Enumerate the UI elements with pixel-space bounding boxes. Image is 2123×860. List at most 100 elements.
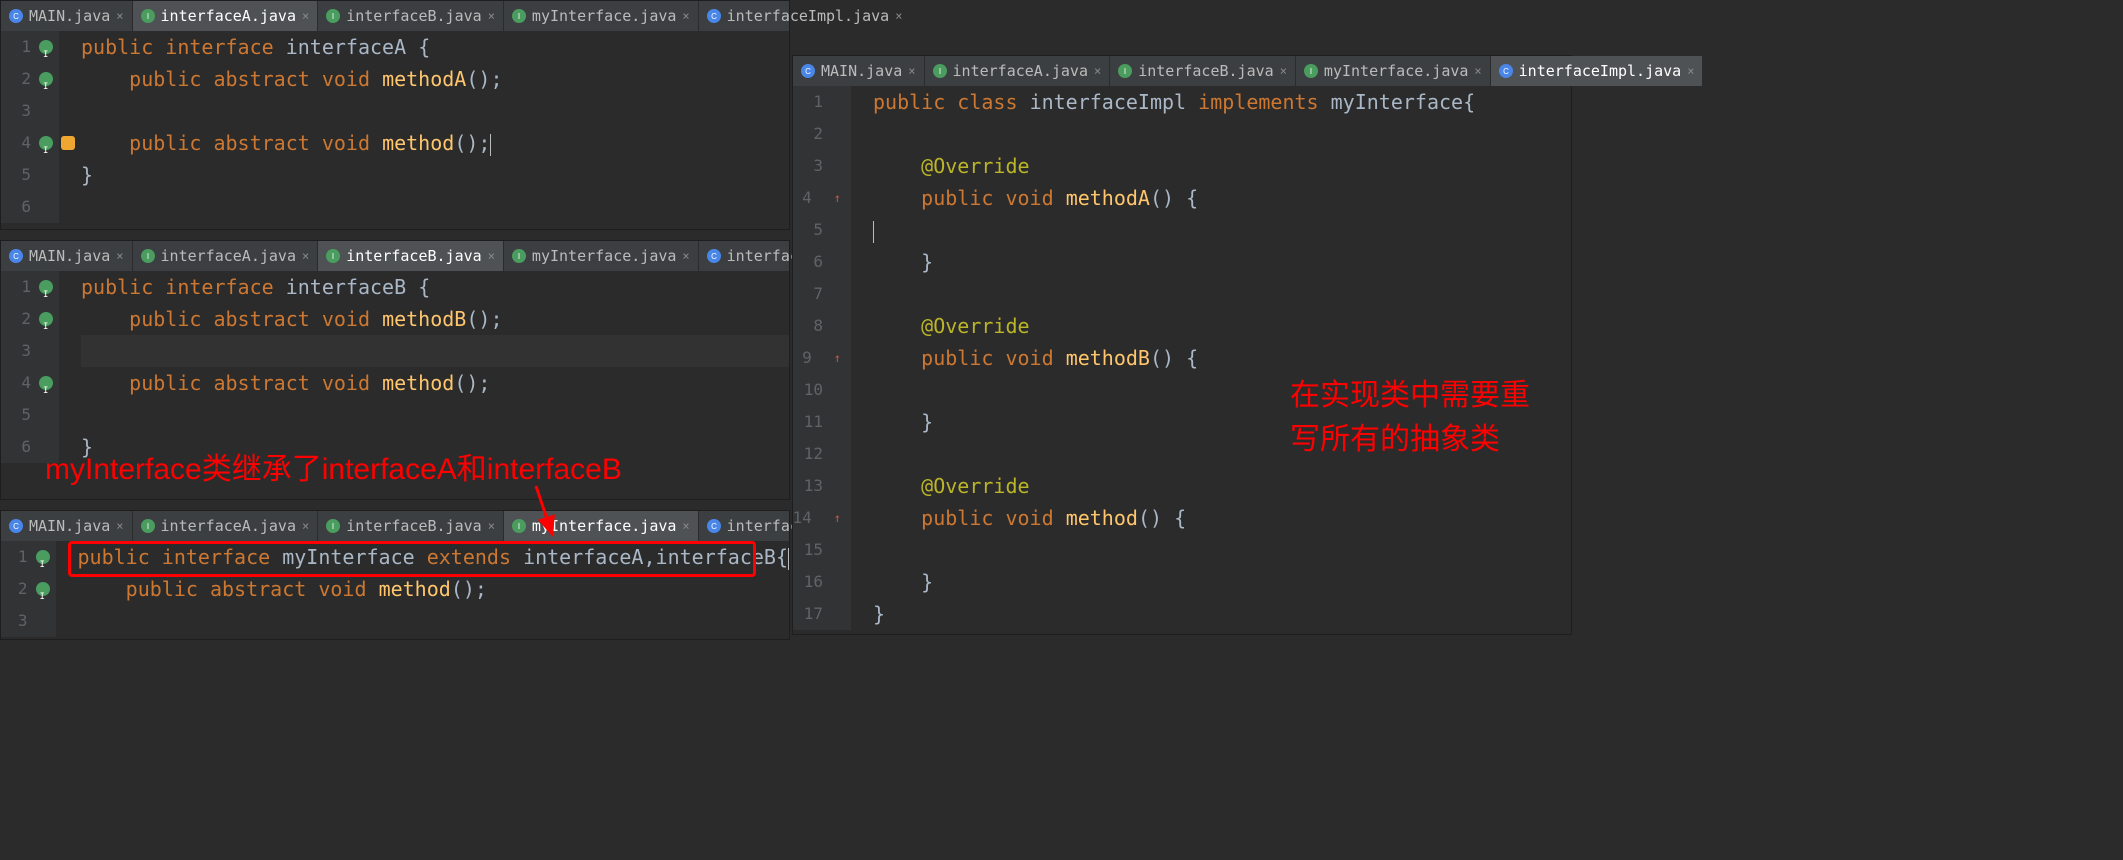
- gutter-line[interactable]: 10: [793, 374, 847, 406]
- gutter-line[interactable]: 3: [1, 335, 55, 367]
- code-line[interactable]: [873, 118, 1571, 150]
- code-line[interactable]: public abstract void method();: [81, 127, 789, 159]
- code-line[interactable]: @Override: [873, 470, 1571, 502]
- code-area-1[interactable]: 123456 public interface interfaceA { pub…: [1, 31, 789, 223]
- gutter-line[interactable]: 1: [793, 86, 847, 118]
- implements-icon[interactable]: [39, 136, 53, 150]
- close-icon[interactable]: ×: [1474, 64, 1481, 78]
- tab-main[interactable]: CMAIN.java×: [793, 56, 925, 86]
- gutter-line[interactable]: 16: [793, 566, 847, 598]
- tab-interfaceb[interactable]: IinterfaceB.java×: [318, 511, 504, 541]
- close-icon[interactable]: ×: [116, 519, 123, 533]
- close-icon[interactable]: ×: [302, 519, 309, 533]
- implements-icon[interactable]: [39, 280, 53, 294]
- tab-main[interactable]: CMAIN.java×: [1, 1, 133, 31]
- close-icon[interactable]: ×: [895, 9, 902, 23]
- tab-myinterface[interactable]: ImyInterface.java×: [504, 1, 699, 31]
- close-icon[interactable]: ×: [488, 519, 495, 533]
- tab-myinterface[interactable]: ImyInterface.java×: [1296, 56, 1491, 86]
- close-icon[interactable]: ×: [1280, 64, 1287, 78]
- code-area-4[interactable]: 1234↑56789↑1011121314↑151617 public clas…: [793, 86, 1571, 630]
- code-line[interactable]: public abstract void method();: [78, 573, 790, 605]
- tab-interfacea[interactable]: IinterfaceA.java×: [925, 56, 1111, 86]
- close-icon[interactable]: ×: [1687, 64, 1694, 78]
- gutter-line[interactable]: 11: [793, 406, 847, 438]
- tab-interfaceb[interactable]: IinterfaceB.java×: [318, 241, 504, 271]
- gutter-line[interactable]: 12: [793, 438, 847, 470]
- gutter-line[interactable]: 1: [1, 541, 52, 573]
- close-icon[interactable]: ×: [116, 9, 123, 23]
- implements-icon[interactable]: [39, 40, 53, 54]
- code-line[interactable]: public abstract void method();: [81, 367, 789, 399]
- code-line[interactable]: public void method() {: [873, 502, 1571, 534]
- code-line[interactable]: public void methodA() {: [873, 182, 1571, 214]
- gutter-line[interactable]: 5: [1, 159, 55, 191]
- gutter-line[interactable]: 2: [1, 573, 52, 605]
- code-line[interactable]: }: [873, 566, 1571, 598]
- code-line[interactable]: @Override: [873, 310, 1571, 342]
- close-icon[interactable]: ×: [116, 249, 123, 263]
- code-line[interactable]: [81, 191, 789, 223]
- tab-interfacea[interactable]: IinterfaceA.java×: [133, 241, 319, 271]
- code-line[interactable]: }: [873, 598, 1571, 630]
- tab-interfaceimpl[interactable]: CinterfaceImpl.java×: [699, 1, 912, 31]
- code-line[interactable]: }: [873, 246, 1571, 278]
- close-icon[interactable]: ×: [488, 9, 495, 23]
- close-icon[interactable]: ×: [302, 249, 309, 263]
- tab-interfaceimpl[interactable]: CinterfaceImpl.java×: [1491, 56, 1704, 86]
- gutter-line[interactable]: 7: [793, 278, 847, 310]
- code-line[interactable]: @Override: [873, 150, 1571, 182]
- code-line[interactable]: }: [81, 159, 789, 191]
- gutter-line[interactable]: 3: [1, 605, 52, 637]
- code-area-2[interactable]: 123456 public interface interfaceB { pub…: [1, 271, 789, 463]
- code-line[interactable]: [873, 278, 1571, 310]
- code-line[interactable]: public abstract void methodA();: [81, 63, 789, 95]
- close-icon[interactable]: ×: [908, 64, 915, 78]
- tab-interfaceb[interactable]: IinterfaceB.java×: [318, 1, 504, 31]
- code-line[interactable]: public interface interfaceB {: [81, 271, 789, 303]
- gutter-line[interactable]: 3: [793, 150, 847, 182]
- gutter-line[interactable]: 8: [793, 310, 847, 342]
- code-line[interactable]: public interface interfaceA {: [81, 31, 789, 63]
- tab-myinterface[interactable]: ImyInterface.java×: [504, 241, 699, 271]
- gutter-line[interactable]: 5: [1, 399, 55, 431]
- gutter-line[interactable]: 4: [1, 127, 55, 159]
- tab-interfacea[interactable]: IinterfaceA.java×: [133, 1, 319, 31]
- tab-main[interactable]: CMAIN.java×: [1, 511, 133, 541]
- gutter-line[interactable]: 17: [793, 598, 847, 630]
- gutter-line[interactable]: 15: [793, 534, 847, 566]
- code-line[interactable]: [81, 335, 789, 367]
- tab-main[interactable]: CMAIN.java×: [1, 241, 133, 271]
- gutter-line[interactable]: 3: [1, 95, 55, 127]
- implements-icon[interactable]: [36, 550, 50, 564]
- gutter-line[interactable]: 4: [1, 367, 55, 399]
- code-line[interactable]: public abstract void methodB();: [81, 303, 789, 335]
- code-line[interactable]: [873, 214, 1571, 246]
- implements-icon[interactable]: [39, 376, 53, 390]
- close-icon[interactable]: ×: [488, 249, 495, 263]
- gutter-line[interactable]: 2: [1, 303, 55, 335]
- close-icon[interactable]: ×: [682, 9, 689, 23]
- close-icon[interactable]: ×: [302, 9, 309, 23]
- gutter-line[interactable]: 6: [1, 191, 55, 223]
- override-up-icon[interactable]: ↑: [834, 182, 841, 214]
- code-line[interactable]: [78, 605, 790, 637]
- code-line[interactable]: public class interfaceImpl implements my…: [873, 86, 1571, 118]
- implements-icon[interactable]: [36, 582, 50, 596]
- hint-bulb-icon[interactable]: [61, 136, 75, 150]
- tab-interfacea[interactable]: IinterfaceA.java×: [133, 511, 319, 541]
- override-up-icon[interactable]: ↑: [834, 342, 841, 374]
- close-icon[interactable]: ×: [682, 519, 689, 533]
- code-line[interactable]: [81, 399, 789, 431]
- gutter-line[interactable]: 5: [793, 214, 847, 246]
- gutter-line[interactable]: 2: [1, 63, 55, 95]
- code-line[interactable]: [873, 534, 1571, 566]
- override-up-icon[interactable]: ↑: [834, 502, 841, 534]
- implements-icon[interactable]: [39, 72, 53, 86]
- gutter-line[interactable]: 6: [793, 246, 847, 278]
- gutter-line[interactable]: 14↑: [793, 502, 847, 534]
- tab-interfaceb[interactable]: IinterfaceB.java×: [1110, 56, 1296, 86]
- close-icon[interactable]: ×: [1094, 64, 1101, 78]
- gutter-line[interactable]: 9↑: [793, 342, 847, 374]
- gutter-line[interactable]: 4↑: [793, 182, 847, 214]
